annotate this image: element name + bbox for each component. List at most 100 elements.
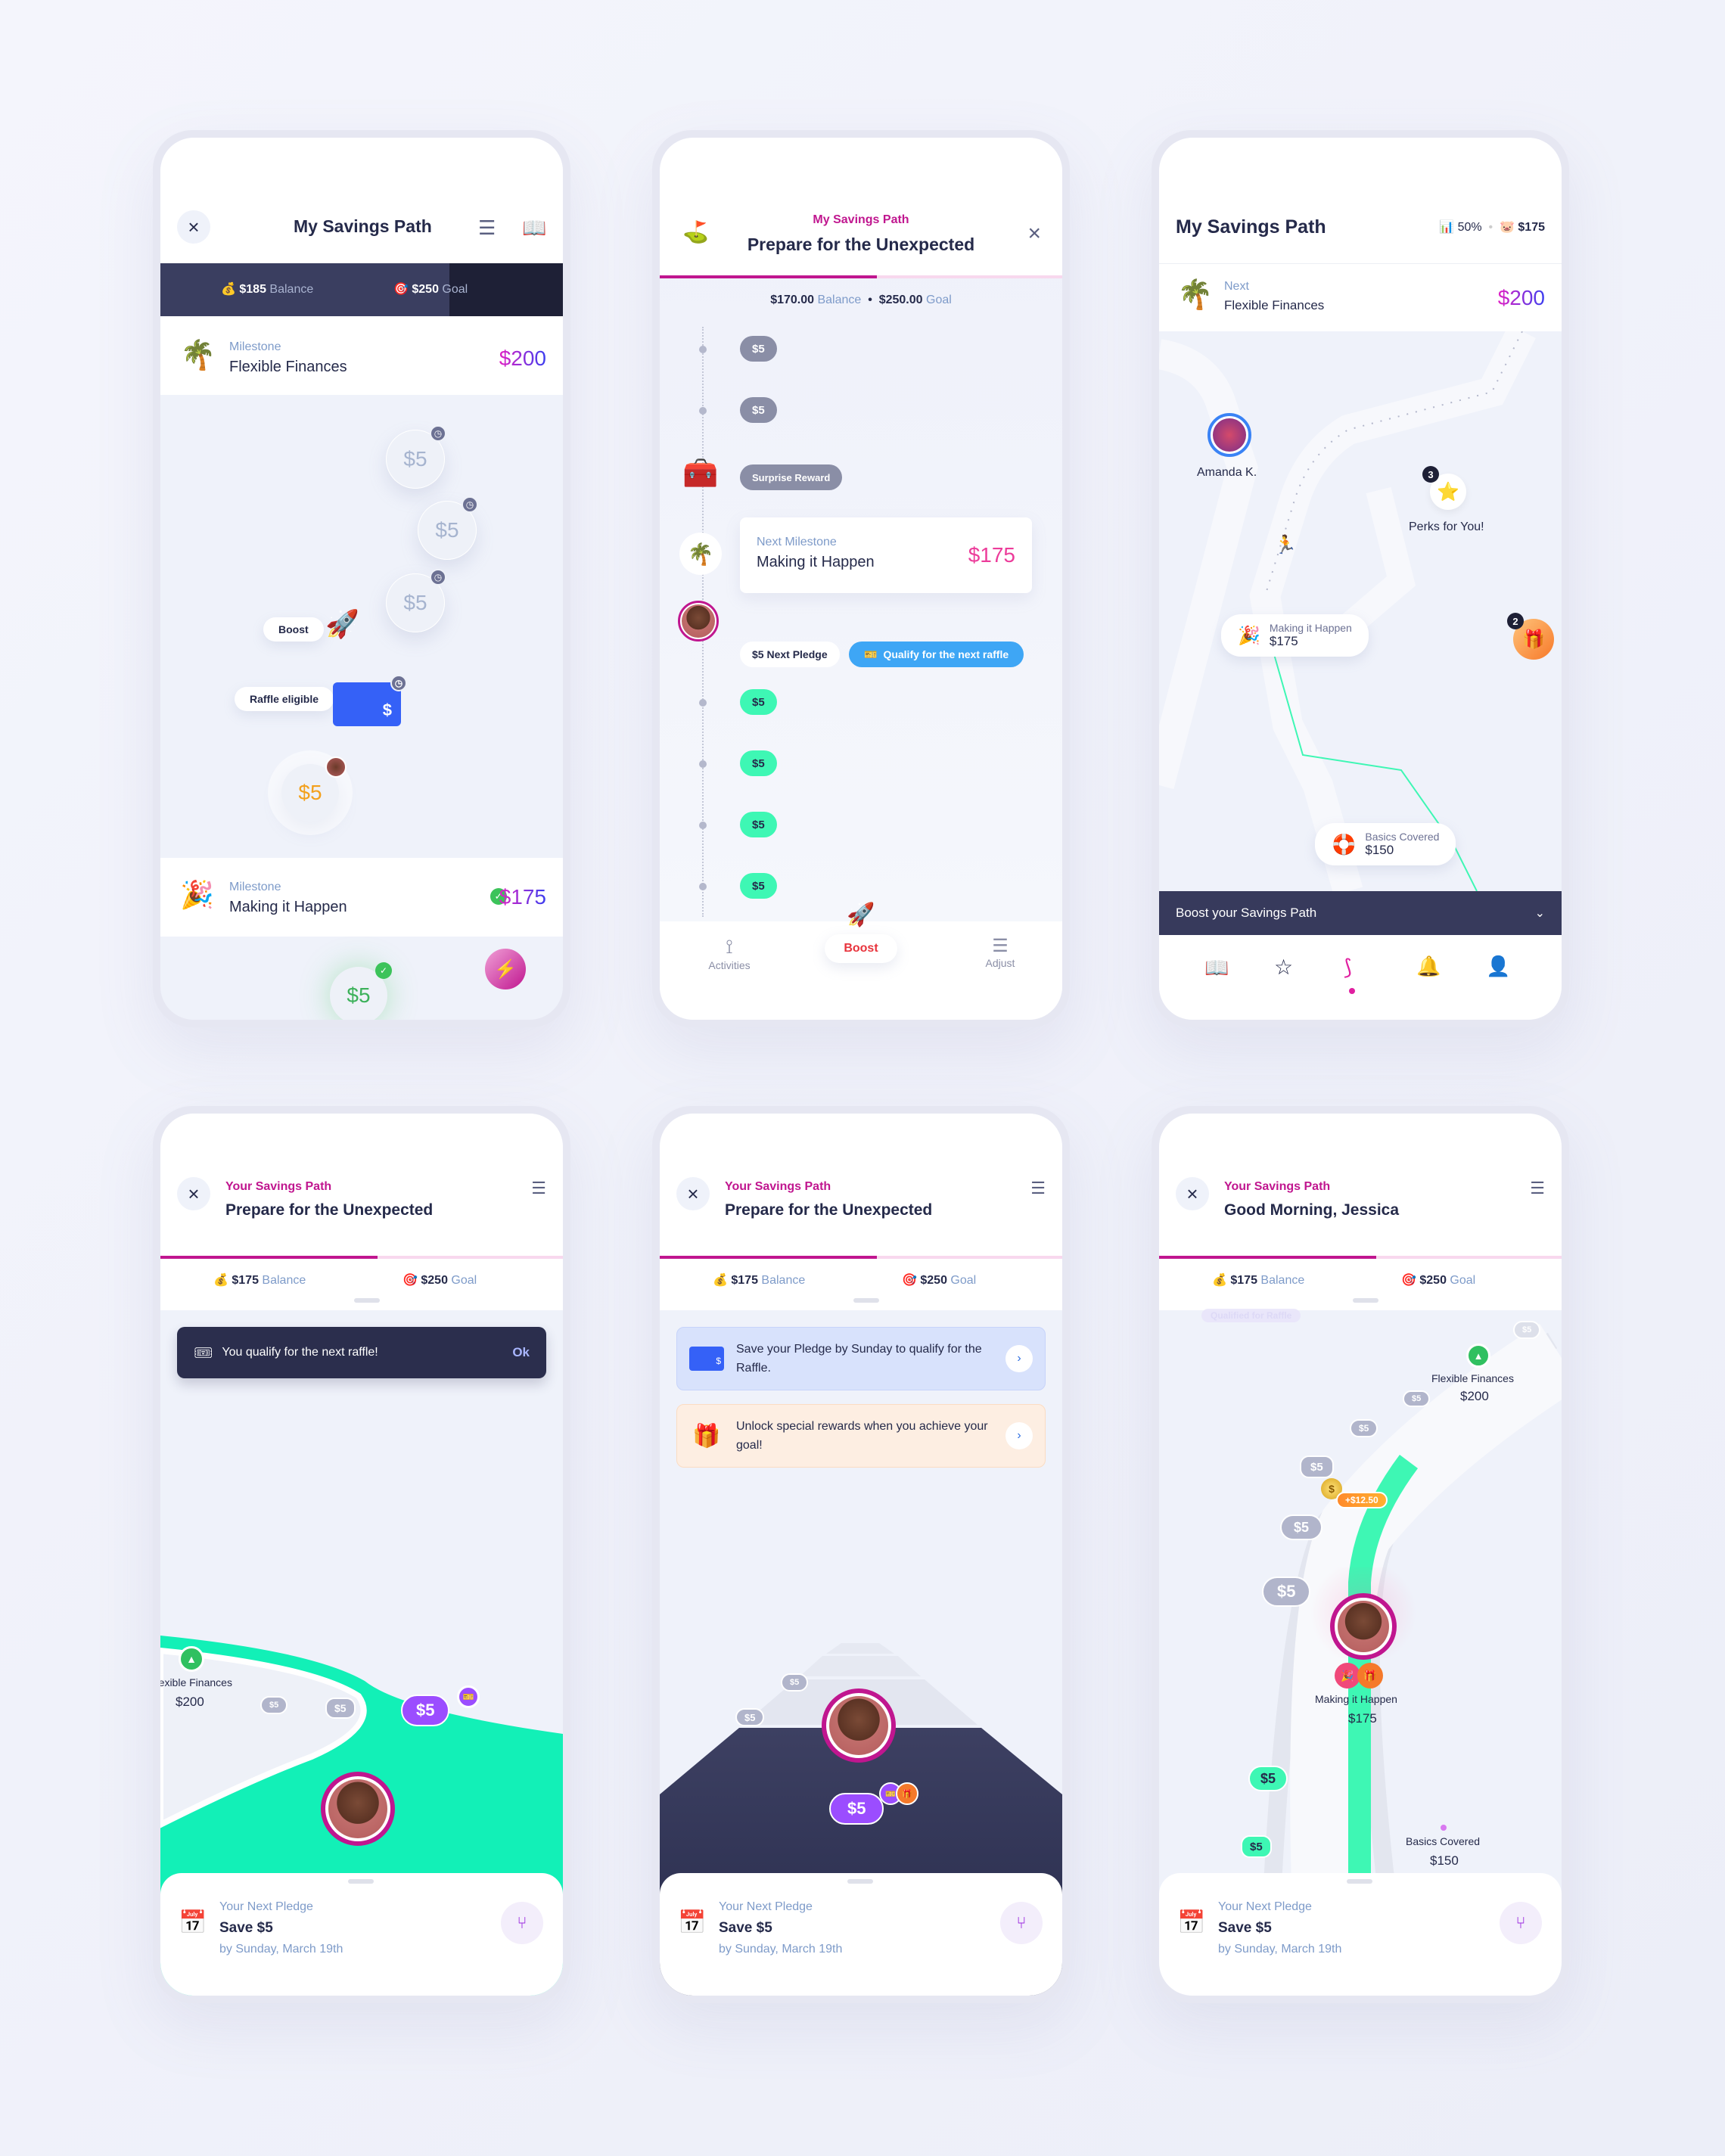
nav-activities[interactable]: ⟟ Activities (692, 935, 767, 971)
sliders-icon[interactable]: ☰ (1030, 1179, 1046, 1198)
milestone-card-bottom[interactable]: 🎉 Milestone Making it Happen ✓ $175 (160, 858, 563, 937)
chevron-right-icon[interactable]: › (1005, 1345, 1033, 1372)
sliders-icon[interactable]: ☰ (531, 1179, 546, 1198)
next-milestone-name: Flexible Finances (1224, 298, 1325, 312)
rewards-info-card[interactable]: 🎁 Unlock special rewards when you achiev… (676, 1404, 1046, 1468)
close-button[interactable]: × (676, 1177, 710, 1210)
raffle-ticket-icon: $ (689, 1347, 724, 1371)
pledge-pill[interactable]: $5 (1350, 1419, 1378, 1437)
tab-bar: 📖 ☆ ⟆ 🔔 👤 (1159, 935, 1562, 1020)
close-button[interactable]: × (177, 1177, 210, 1210)
phone-screen-1: × My Savings Path ☰ 📖 💰 $185 Balance 🎯 $… (153, 130, 570, 1027)
chevron-right-icon[interactable]: › (1005, 1422, 1033, 1449)
user-avatar-pin (321, 1772, 395, 1846)
pledge-pill-completed[interactable]: $5 (1248, 1766, 1288, 1791)
overline: Your Savings Path (725, 1180, 831, 1193)
coin-upcoming[interactable]: $5 ◷ (418, 496, 478, 560)
tab-star-icon[interactable]: ☆ (1274, 955, 1293, 980)
next-pledge-sheet[interactable]: 📅 Your Next Pledge Save $5 by Sunday, Ma… (660, 1873, 1062, 1996)
timeline-screen: ⛳ My Savings Path Prepare for the Unexpe… (660, 138, 1062, 1020)
map-screen: My Savings Path 📊 50% • 🐷 $175 🌴 Next Fl… (1159, 138, 1562, 1020)
drag-handle[interactable] (1353, 1298, 1378, 1303)
pledge-pill[interactable]: $5 (781, 1673, 809, 1692)
tab-profile-icon[interactable]: 👤 (1486, 955, 1510, 978)
timeline-node (699, 883, 707, 890)
pledge-pill[interactable]: $5 (1403, 1390, 1431, 1407)
drag-handle[interactable] (1347, 1879, 1372, 1884)
friend-avatar-pin[interactable] (1208, 413, 1251, 457)
surprise-reward-pill[interactable]: Surprise Reward (740, 464, 843, 490)
pledge-pill-completed[interactable]: $5 (740, 812, 777, 837)
next-pledge-sheet[interactable]: 📅 Your Next Pledge Save $5 by Sunday, Ma… (160, 1873, 563, 1996)
rocket-icon[interactable]: 🚀 (325, 608, 359, 640)
drag-handle[interactable] (348, 1879, 374, 1884)
drag-handle[interactable] (354, 1298, 380, 1303)
pledge-pill[interactable]: $5 (1300, 1455, 1334, 1478)
pledge-pill-completed[interactable]: $5 (740, 689, 777, 715)
next-pledge-pill[interactable]: $5 Next Pledge (740, 642, 840, 667)
raffle-info-card[interactable]: $ Save your Pledge by Sunday to qualify … (676, 1327, 1046, 1390)
close-button[interactable]: × (177, 210, 210, 244)
sliders-icon[interactable]: ☰ (1530, 1179, 1545, 1198)
tab-bell-icon[interactable]: 🔔 (1416, 955, 1441, 978)
milestone-chip-current[interactable]: 🎉 Making it Happen $175 (1221, 614, 1369, 657)
milestone-name: Basics Covered (1406, 1835, 1481, 1847)
sliders-icon[interactable]: ☰ (478, 216, 496, 240)
tree-milestone-icon: ▲ (1466, 1344, 1490, 1368)
tab-path-icon[interactable]: ⟆ (1344, 955, 1352, 980)
chart-icon: 📊 (1439, 221, 1455, 234)
milestone-label: Milestone (229, 881, 281, 893)
pledge-pill-completed[interactable]: $5 (740, 750, 777, 776)
goal-stat: 🎯 $250 Goal (1401, 1274, 1476, 1287)
nav-boost[interactable]: 🚀 Boost (825, 902, 897, 963)
next-milestone-card[interactable]: Next Milestone Making it Happen $175 (740, 517, 1032, 593)
header (160, 138, 563, 263)
drag-handle[interactable] (853, 1298, 879, 1303)
header (1159, 1114, 1562, 1256)
ticket-badge-icon: 🎫 (457, 1685, 480, 1708)
close-button[interactable]: × (1027, 221, 1041, 247)
drag-handle[interactable] (847, 1879, 873, 1884)
close-button[interactable]: × (1176, 1177, 1209, 1210)
milestone-label: Next Milestone (757, 536, 837, 548)
pledge-pill[interactable]: $5 (735, 1708, 765, 1726)
phone-screen-2: ⛳ My Savings Path Prepare for the Unexpe… (652, 130, 1070, 1027)
current-pledge-pill[interactable]: $5 (829, 1793, 884, 1825)
split-path-button[interactable]: ⑂ (1000, 1902, 1043, 1944)
pledge-pill[interactable]: $5 (1280, 1514, 1323, 1540)
bonus-badge: +$12.50 (1336, 1492, 1388, 1508)
split-path-button[interactable]: ⑂ (501, 1902, 543, 1944)
coin-current[interactable]: $5 (281, 756, 347, 822)
coin-upcoming[interactable]: $5 ◷ (386, 569, 446, 632)
balance-bar: 💰 $185 Balance 🎯 $250 Goal (160, 263, 563, 316)
pledge-pill-upcoming[interactable]: $5 (740, 397, 777, 423)
nav-adjust[interactable]: ☰ Adjust (962, 935, 1038, 969)
coin-upcoming[interactable]: $5 ◷ (386, 425, 446, 489)
perks-count-badge: 3 (1422, 466, 1439, 483)
pledge-flag[interactable]: $5 (260, 1696, 288, 1714)
qualify-raffle-button[interactable]: 🎫 Qualify for the next raffle (849, 642, 1024, 667)
balance-goal-row: $170.00 Balance • $250.00 Goal (770, 294, 952, 306)
split-path-button[interactable]: ⑂ (1500, 1902, 1542, 1944)
toast-ok-button[interactable]: Ok (512, 1345, 530, 1360)
book-icon[interactable]: 📖 (522, 216, 546, 240)
milestone-card-top[interactable]: 🌴 Milestone Flexible Finances $200 (160, 316, 563, 395)
pledge-pill-completed[interactable]: $5 (1241, 1835, 1272, 1858)
pledge-pill[interactable]: $5 (1513, 1321, 1541, 1339)
pledge-flag-current[interactable]: $5 (401, 1695, 450, 1726)
pledge-flag[interactable]: $5 (325, 1698, 356, 1719)
milestone-dot (1441, 1825, 1447, 1831)
pledge-pill-upcoming[interactable]: $5 (740, 336, 777, 362)
pledge-pill-completed[interactable]: $5 (740, 873, 777, 899)
milestone-name: Making it Happen (757, 554, 875, 570)
tab-learn-icon[interactable]: 📖 (1204, 956, 1229, 980)
lightning-boost-button[interactable]: ⚡ (485, 949, 526, 989)
boost-savings-bar[interactable]: Boost your Savings Path ⌄ (1159, 891, 1562, 935)
milestone-chip-past[interactable]: 🛟 Basics Covered $150 (1315, 823, 1456, 865)
tree-milestone-icon: ▲ (179, 1646, 204, 1672)
raffle-ticket-icon[interactable]: $ ◷ (333, 675, 407, 726)
coin-completed[interactable]: $5 ✓ (330, 962, 392, 1020)
phone-screen-5: × Your Savings Path Prepare for the Unex… (652, 1106, 1070, 2003)
ticket-icon: 🎫 (864, 648, 878, 660)
next-pledge-sheet[interactable]: 📅 Your Next Pledge Save $5 by Sunday, Ma… (1159, 1873, 1562, 1996)
